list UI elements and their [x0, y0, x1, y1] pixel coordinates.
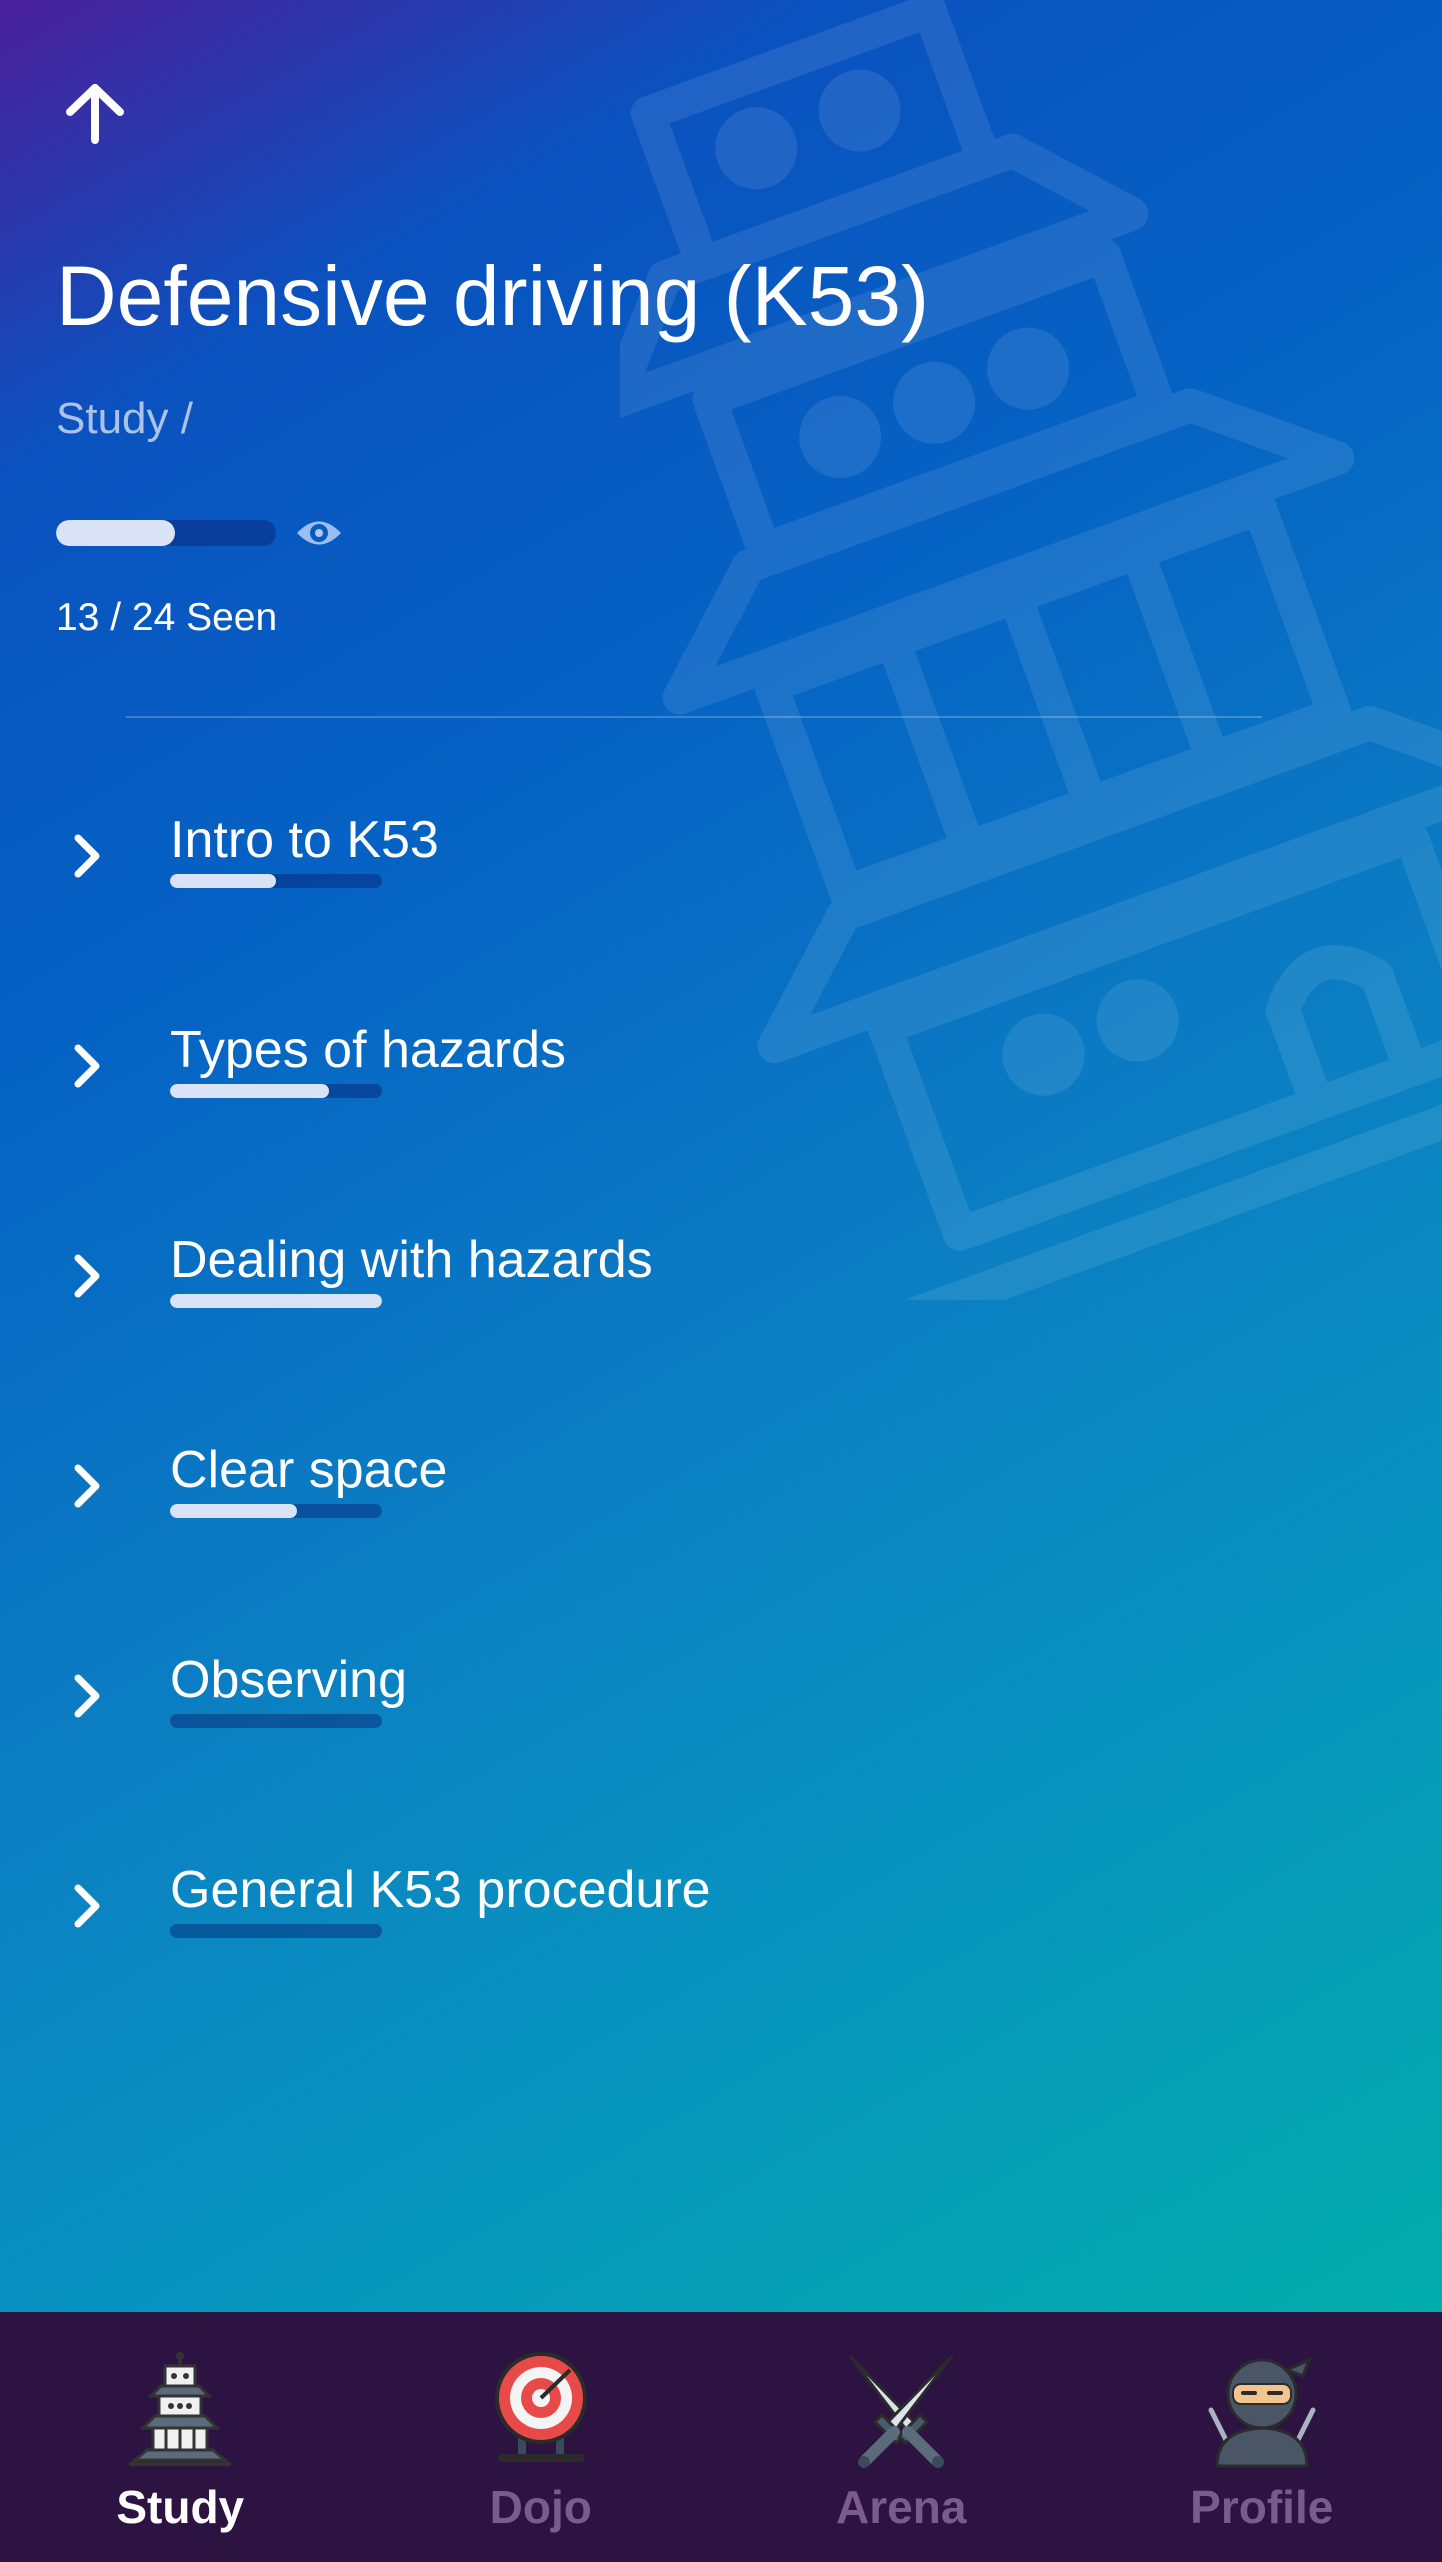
arrow-up-icon [66, 84, 124, 144]
nav-item-study[interactable]: Study [0, 2312, 361, 2562]
ninja-icon [1208, 2357, 1316, 2468]
chevron-right-icon [74, 1254, 100, 1298]
eye-icon [297, 521, 341, 545]
topic-progress-fill [170, 1294, 382, 1308]
topic-label: Observing [170, 1651, 407, 1709]
nav-item-arena[interactable]: Arena [721, 2312, 1082, 2562]
topic-label: Intro to K53 [170, 811, 439, 869]
study-screen: Defensive driving (K53) Study / 13 / 24 … [0, 0, 1442, 2562]
topic-item-intro[interactable]: Intro to K53 [0, 811, 1442, 962]
target-icon [494, 2352, 587, 2462]
topic-label: Types of hazards [170, 1021, 566, 1079]
bottom-nav: Study Dojo Arena Profile [0, 2312, 1442, 2562]
chevron-right-icon [74, 1674, 100, 1718]
topic-item-general-k53-procedure[interactable]: General K53 procedure [0, 1861, 1442, 2012]
chevron-right-icon [74, 1464, 100, 1508]
topic-item-observing[interactable]: Observing [0, 1651, 1442, 1802]
pagoda-icon [129, 2352, 232, 2466]
page-title: Defensive driving (K53) [56, 249, 930, 343]
nav-label: Arena [836, 2481, 967, 2533]
back-button[interactable] [58, 76, 132, 150]
breadcrumb[interactable]: Study / [56, 394, 193, 444]
topic-progress-fill [170, 1084, 329, 1098]
chevron-right-icon [74, 834, 100, 878]
topic-progress-bar [170, 1084, 382, 1098]
topic-item-clear-space[interactable]: Clear space [0, 1441, 1442, 1592]
topic-label: Clear space [170, 1441, 448, 1499]
topic-item-types-of-hazards[interactable]: Types of hazards [0, 1021, 1442, 1172]
nav-label: Profile [1190, 2481, 1334, 2533]
nav-item-dojo[interactable]: Dojo [361, 2312, 722, 2562]
topic-progress-bar [170, 1294, 382, 1308]
nav-label: Dojo [489, 2481, 592, 2533]
topic-label: Dealing with hazards [170, 1231, 653, 1289]
topic-progress-bar [170, 1504, 382, 1518]
topic-progress-fill [170, 874, 276, 888]
topic-progress-bar [170, 1714, 382, 1728]
overall-progress [56, 520, 341, 546]
seen-count: 13 / 24 Seen [56, 596, 278, 639]
overall-progress-fill [56, 520, 175, 546]
topic-item-dealing-with-hazards[interactable]: Dealing with hazards [0, 1231, 1442, 1382]
overall-progress-bar [56, 520, 276, 546]
chevron-right-icon [74, 1044, 100, 1088]
chevron-right-icon [74, 1884, 100, 1928]
topic-label: General K53 procedure [170, 1861, 711, 1919]
nav-item-profile[interactable]: Profile [1082, 2312, 1442, 2562]
nav-label: Study [116, 2481, 245, 2533]
topic-progress-bar [170, 874, 382, 888]
crossed-swords-icon [849, 2354, 954, 2468]
topic-progress-bar [170, 1924, 382, 1938]
divider [126, 716, 1262, 718]
topic-progress-fill [170, 1504, 298, 1518]
